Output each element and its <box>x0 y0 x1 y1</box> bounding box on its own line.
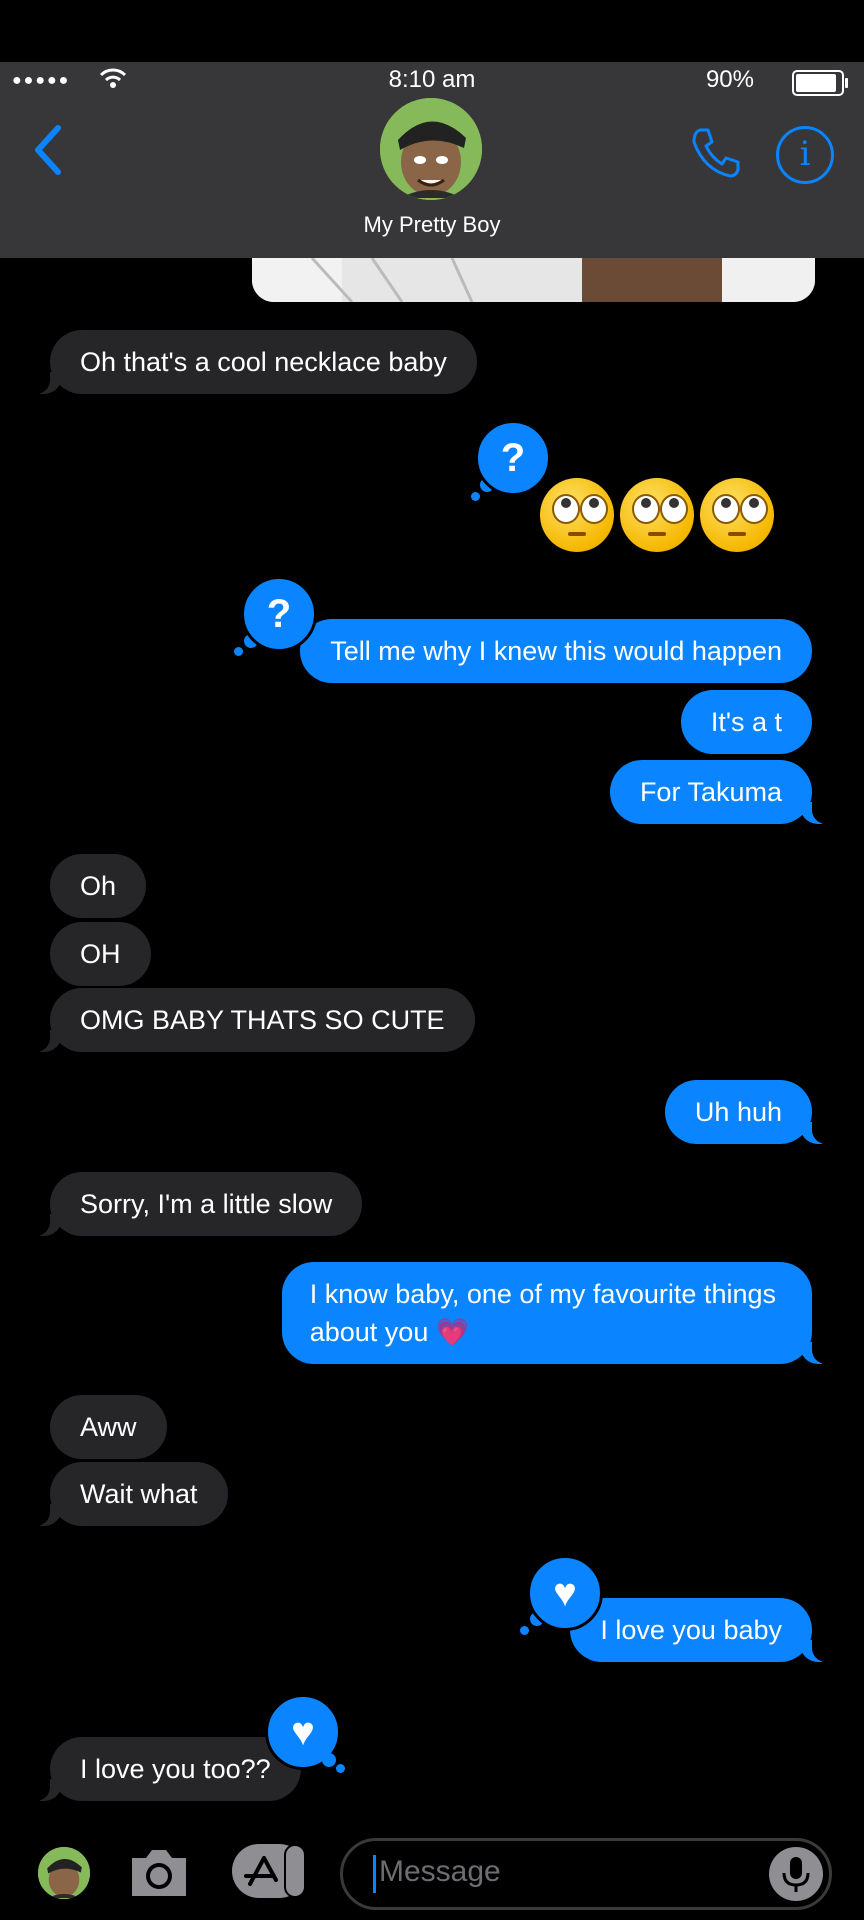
back-chevron-icon[interactable] <box>28 122 72 178</box>
camera-icon[interactable] <box>128 1844 190 1900</box>
message-outgoing[interactable]: Tell me why I knew this would happen <box>300 619 812 683</box>
message-outgoing[interactable]: I love you baby <box>570 1598 834 1662</box>
phone-icon[interactable] <box>688 124 744 180</box>
eye-roll-emoji-icon <box>700 478 774 552</box>
memoji-avatar-icon[interactable] <box>38 1847 90 1899</box>
message-incoming[interactable]: I love you too?? <box>28 1737 301 1801</box>
message-placeholder: Message <box>379 1855 501 1888</box>
tapback-tail <box>336 1764 345 1773</box>
contact-avatar[interactable] <box>380 98 482 200</box>
message-incoming[interactable]: OH <box>50 922 151 986</box>
message-incoming[interactable]: Oh <box>50 854 147 918</box>
eye-roll-emoji-icon <box>540 478 614 552</box>
message-line: about you 💗 <box>309 1317 470 1347</box>
contact-name[interactable]: My Pretty Boy <box>0 212 864 238</box>
microphone-icon[interactable] <box>769 1847 823 1901</box>
message-input[interactable]: Message <box>340 1838 832 1910</box>
tapback-tail <box>322 1753 336 1767</box>
message-incoming[interactable]: Oh that's a cool necklace baby <box>28 330 477 394</box>
message-incoming[interactable]: Aww <box>50 1395 167 1459</box>
tapback-tail <box>520 1626 529 1635</box>
message-outgoing[interactable]: I know baby, one of my favourite things … <box>281 1262 835 1364</box>
battery-percent: 90% <box>705 66 754 93</box>
tapback-tail <box>471 492 480 501</box>
info-icon[interactable]: i <box>776 126 834 184</box>
message-outgoing[interactable]: Uh huh <box>664 1080 835 1144</box>
tapback-tail <box>234 647 243 656</box>
message-incoming[interactable]: Sorry, I'm a little slow <box>27 1172 363 1236</box>
app-store-icon[interactable] <box>232 1844 306 1898</box>
message-line: I know baby, one of my favourite things <box>309 1279 776 1309</box>
message-outgoing[interactable]: For Takuma <box>609 760 835 824</box>
status-bar: ●●●●● 8:10 am 90% <box>0 62 864 102</box>
image-attachment[interactable] <box>252 258 815 302</box>
message-outgoing[interactable]: It's a t <box>680 690 812 754</box>
message-incoming[interactable]: Wait what <box>28 1462 228 1526</box>
message-composer: Message <box>0 1822 864 1920</box>
text-cursor <box>373 1855 376 1893</box>
message-incoming[interactable]: OMG BABY THATS SO CUTE <box>28 988 475 1052</box>
emoji-message[interactable] <box>540 478 780 557</box>
battery-icon <box>792 70 848 96</box>
heart-tapback-icon[interactable]: ♥ <box>527 1555 603 1631</box>
eye-roll-emoji-icon <box>620 478 694 552</box>
question-tapback-icon[interactable]: ? <box>241 576 317 652</box>
